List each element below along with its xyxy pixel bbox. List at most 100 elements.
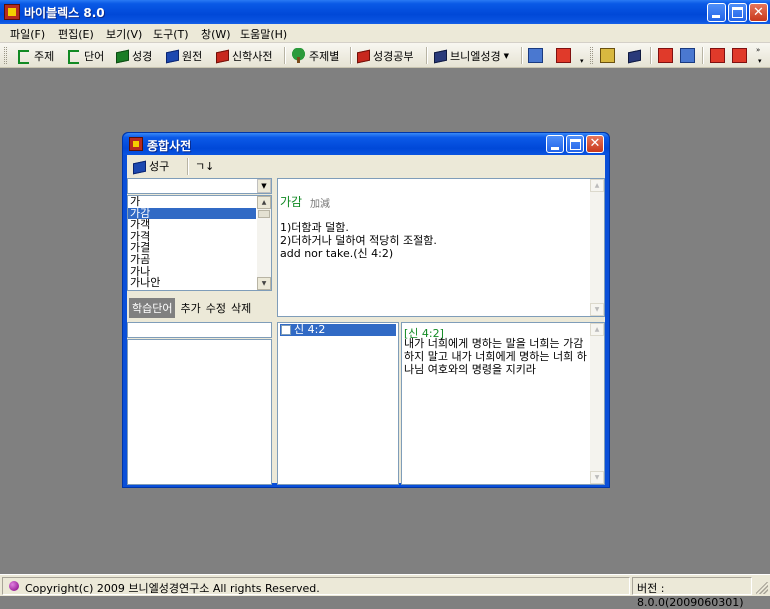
toolbar-separator: [350, 47, 352, 64]
window-title: 바이블렉스 8.0: [24, 6, 105, 20]
dictionary-toolbar: 성구 ㄱ↓: [127, 155, 605, 177]
favorite-button[interactable]: [732, 46, 747, 65]
dictionary-body: 성구 ㄱ↓ ▼ 가 가감 가객 가격 가결 가곰 가나 가나안 ▲ ▼ 학습단어…: [127, 155, 605, 485]
toolbar-chevron-icon[interactable]: »: [756, 46, 760, 54]
word-button[interactable]: 단어: [66, 46, 104, 65]
dictionary-close-button[interactable]: ✕: [586, 135, 604, 153]
copy-button[interactable]: [658, 46, 673, 65]
toolbar-separator: [521, 47, 523, 64]
peniel-bible-dropdown[interactable]: 브니엘성경 ▼: [434, 46, 509, 65]
toolbar-overflow-icon[interactable]: ▾: [758, 57, 762, 65]
menu-tools[interactable]: 도구(T): [153, 26, 189, 42]
reference-item[interactable]: 신 4:2: [280, 324, 396, 336]
by-topic-button[interactable]: 주제별: [291, 46, 339, 65]
reference-label: 신 4:2: [294, 323, 326, 336]
scroll-thumb[interactable]: [258, 210, 270, 218]
status-orb-icon: [9, 581, 19, 591]
dictionary-title: 종합사전: [147, 139, 192, 153]
bible-study-icon: [357, 49, 370, 64]
dictionary-minimize-button[interactable]: [546, 135, 564, 153]
list-item[interactable]: 가: [128, 196, 256, 208]
bible-button[interactable]: 성경: [116, 46, 152, 65]
close-icon: ✕: [753, 5, 764, 20]
toolbar-grip[interactable]: [4, 47, 7, 64]
main-title-bar: 바이블렉스 8.0 ✕: [0, 0, 770, 24]
maximize-button[interactable]: [728, 3, 747, 22]
main-toolbar: 주제 단어 성경 원전 신학사전 주제별 성경공부 브니엘성경 ▼ ▾ » ▾: [0, 43, 770, 68]
tab-edit[interactable]: 수정: [206, 300, 226, 316]
study-word-list[interactable]: [127, 339, 272, 485]
word-list[interactable]: 가 가감 가객 가격 가결 가곰 가나 가나안 ▲ ▼: [127, 195, 272, 291]
record-button[interactable]: [710, 46, 725, 65]
definition-line[interactable]: add nor take.(신 4:2): [280, 245, 393, 261]
list-item[interactable]: 가나안: [128, 277, 256, 289]
bible-verse-icon: [133, 160, 146, 174]
toolbar-separator: [426, 47, 428, 64]
menu-view[interactable]: 보기(V): [106, 26, 142, 42]
chevron-down-icon[interactable]: ▼: [257, 179, 271, 193]
word-search-combo[interactable]: ▼: [127, 178, 272, 194]
toolbar-separator: [702, 47, 704, 64]
tab-add[interactable]: 추가: [180, 300, 200, 316]
word-list-scrollbar[interactable]: ▲ ▼: [257, 196, 271, 290]
scroll-up-icon[interactable]: ▲: [590, 323, 604, 336]
copy-icon: [658, 48, 673, 63]
tab-study-words[interactable]: 학습단어: [129, 298, 176, 318]
chevron-down-icon: ▼: [503, 51, 509, 60]
sort-button[interactable]: ㄱ↓: [195, 158, 214, 174]
toolbar-separator: [187, 158, 189, 175]
resize-grip[interactable]: [756, 582, 768, 594]
book-icon: [434, 49, 447, 64]
reference-list[interactable]: 신 4:2: [277, 322, 399, 485]
reference-checkbox[interactable]: [281, 325, 291, 335]
scroll-up-icon[interactable]: ▲: [257, 196, 271, 209]
paste-button[interactable]: [680, 46, 695, 65]
toolbar-grip[interactable]: [590, 47, 593, 64]
word-tabs: 학습단어 추가 수정 삭제: [129, 298, 251, 318]
maximize-icon: [732, 7, 743, 18]
close-icon: ✕: [589, 136, 601, 151]
dictionary-title-bar: 종합사전 ✕: [123, 133, 609, 155]
menu-window[interactable]: 창(W): [201, 26, 231, 42]
bible-study-button[interactable]: 성경공부: [357, 46, 413, 65]
study-word-input[interactable]: [127, 322, 272, 338]
verse-scrollbar[interactable]: ▲ ▼: [590, 323, 604, 484]
record-icon: [710, 48, 725, 63]
minimize-button[interactable]: [707, 3, 726, 22]
tab-delete[interactable]: 삭제: [231, 300, 251, 316]
definition-scrollbar[interactable]: ▲ ▼: [590, 179, 604, 316]
menu-help[interactable]: 도움말(H): [240, 26, 287, 42]
toolbar-overflow-icon[interactable]: ▾: [580, 57, 584, 65]
original-text-button[interactable]: 원전: [166, 46, 202, 65]
close-button[interactable]: ✕: [749, 3, 768, 22]
tool-button-c[interactable]: [628, 46, 641, 65]
tool-button-a[interactable]: [528, 46, 543, 65]
scroll-down-icon[interactable]: ▼: [257, 277, 271, 290]
scroll-down-icon[interactable]: ▼: [590, 471, 604, 484]
bible-verse-button[interactable]: 성구: [133, 158, 169, 174]
tool-button-b[interactable]: [600, 46, 615, 65]
theology-dictionary-button[interactable]: 신학사전: [216, 46, 272, 65]
definition-hanja: 加減: [310, 199, 330, 210]
maximize-icon: [570, 139, 581, 150]
exit-button[interactable]: [556, 46, 571, 65]
paste-icon: [680, 48, 695, 63]
dictionary-maximize-button[interactable]: [566, 135, 584, 153]
topic-button[interactable]: 주제: [16, 46, 54, 65]
menu-file[interactable]: 파일(F): [10, 26, 45, 42]
toolbar-separator: [284, 47, 286, 64]
app-icon[interactable]: [4, 4, 20, 20]
scroll-up-icon[interactable]: ▲: [590, 179, 604, 192]
dictionary-app-icon[interactable]: [129, 137, 143, 151]
original-text-icon: [166, 49, 179, 64]
tree-icon: [291, 48, 306, 63]
list-item[interactable]: 가곰: [128, 254, 256, 266]
toolbar-separator: [650, 47, 652, 64]
bookmark-icon: [732, 48, 747, 63]
menu-edit[interactable]: 편집(E): [58, 26, 94, 42]
definition-panel: 가감 加減 1)더함과 덜함. 2)더하거나 덜하여 적당히 조절함. add …: [277, 178, 605, 317]
scroll-down-icon[interactable]: ▼: [590, 303, 604, 316]
dictionary-window: 종합사전 ✕ 성구 ㄱ↓ ▼ 가 가감 가객 가격 가결 가곰 가나 가나안 ▲: [122, 132, 610, 488]
bible-icon: [116, 49, 129, 64]
grid-icon: [528, 48, 543, 63]
